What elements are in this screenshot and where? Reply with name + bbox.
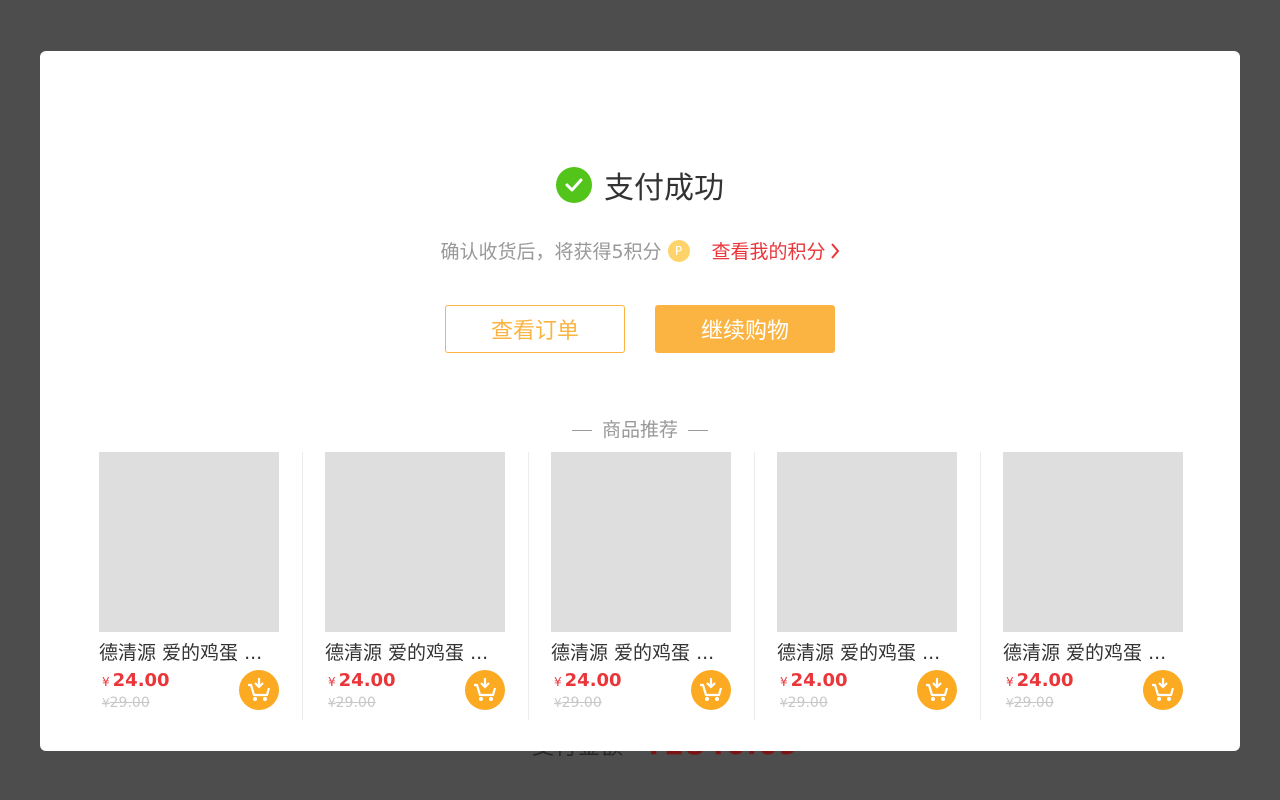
original-price-value: 29.00 — [109, 695, 150, 711]
add-to-cart-button[interactable] — [691, 670, 731, 710]
product-original-price: ¥29.00 — [102, 695, 150, 711]
card-divider — [980, 452, 981, 720]
original-price-value: 29.00 — [787, 695, 828, 711]
add-to-cart-button[interactable] — [465, 670, 505, 710]
page-title: 支付成功 — [604, 171, 724, 206]
price-value: 24.00 — [1016, 670, 1074, 691]
price-value: 24.00 — [564, 670, 622, 691]
currency-symbol: ¥ — [554, 675, 562, 689]
view-points-label: 查看我的积分 — [711, 241, 826, 263]
product-original-price: ¥29.00 — [554, 695, 602, 711]
product-image[interactable] — [325, 452, 505, 632]
cart-add-icon — [474, 678, 497, 701]
product-price: ¥24.00 — [1006, 670, 1074, 691]
product-image[interactable] — [551, 452, 731, 632]
chevron-right-icon — [830, 242, 839, 259]
original-price-value: 29.00 — [335, 695, 376, 711]
action-buttons: 查看订单 继续购物 — [40, 305, 1240, 353]
title-row: 支付成功 — [40, 163, 1240, 207]
cart-add-icon — [1152, 678, 1175, 701]
recommend-title-text: 商品推荐 — [601, 419, 678, 441]
product-original-price: ¥29.00 — [1006, 695, 1054, 711]
product-name[interactable]: 德清源 爱的鸡蛋 ... — [551, 638, 731, 665]
currency-symbol: ¥ — [328, 675, 336, 689]
product-price: ¥24.00 — [554, 670, 622, 691]
title-dash-left — [571, 430, 592, 431]
product-name[interactable]: 德清源 爱的鸡蛋 ... — [325, 638, 505, 665]
product-card[interactable]: 德清源 爱的鸡蛋 ... ¥24.00 ¥29.00 — [325, 452, 505, 720]
product-price: ¥24.00 — [328, 670, 396, 691]
product-card[interactable]: 德清源 爱的鸡蛋 ... ¥24.00 ¥29.00 — [1003, 452, 1183, 720]
product-price: ¥24.00 — [102, 670, 170, 691]
recommend-section-title: 商品推荐 — [40, 415, 1240, 442]
card-divider — [528, 452, 529, 720]
coin-icon: P — [667, 239, 690, 262]
cart-add-icon — [926, 678, 949, 701]
currency-symbol: ¥ — [102, 675, 110, 689]
payment-success-dialog: 支付成功 确认收货后，将获得5积分 P 查看我的积分 查看订单 继续购物 商品推… — [40, 51, 1240, 751]
view-order-button[interactable]: 查看订单 — [445, 305, 625, 353]
add-to-cart-button[interactable] — [1143, 670, 1183, 710]
product-card[interactable]: 德清源 爱的鸡蛋 ... ¥24.00 ¥29.00 — [777, 452, 957, 720]
currency-symbol: ¥ — [1006, 696, 1014, 710]
product-price: ¥24.00 — [780, 670, 848, 691]
product-image[interactable] — [99, 452, 279, 632]
product-original-price: ¥29.00 — [328, 695, 376, 711]
price-value: 24.00 — [790, 670, 848, 691]
product-card[interactable]: 德清源 爱的鸡蛋 ... ¥24.00 ¥29.00 — [99, 452, 279, 720]
currency-symbol: ¥ — [554, 696, 562, 710]
continue-shopping-button[interactable]: 继续购物 — [655, 305, 835, 353]
product-name[interactable]: 德清源 爱的鸡蛋 ... — [1003, 638, 1183, 665]
currency-symbol: ¥ — [780, 696, 788, 710]
currency-symbol: ¥ — [102, 696, 110, 710]
price-value: 24.00 — [338, 670, 396, 691]
original-price-value: 29.00 — [561, 695, 602, 711]
product-card[interactable]: 德清源 爱的鸡蛋 ... ¥24.00 ¥29.00 — [551, 452, 731, 720]
product-list: 德清源 爱的鸡蛋 ... ¥24.00 ¥29.00 德清源 爱的鸡蛋 ... … — [99, 452, 1183, 720]
points-note-row: 确认收货后，将获得5积分 P 查看我的积分 — [40, 237, 1240, 264]
product-name[interactable]: 德清源 爱的鸡蛋 ... — [777, 638, 957, 665]
product-name[interactable]: 德清源 爱的鸡蛋 ... — [99, 638, 279, 665]
points-note: 确认收货后，将获得5积分 — [440, 241, 662, 263]
card-divider — [302, 452, 303, 720]
cart-add-icon — [248, 678, 271, 701]
view-points-link[interactable]: 查看我的积分 — [712, 237, 840, 264]
title-dash-right — [688, 430, 708, 431]
currency-symbol: ¥ — [328, 696, 336, 710]
add-to-cart-button[interactable] — [917, 670, 957, 710]
currency-symbol: ¥ — [1006, 675, 1014, 689]
add-to-cart-button[interactable] — [239, 670, 279, 710]
price-value: 24.00 — [112, 670, 170, 691]
original-price-value: 29.00 — [1013, 695, 1054, 711]
card-divider — [754, 452, 755, 720]
product-image[interactable] — [777, 452, 957, 632]
currency-symbol: ¥ — [780, 675, 788, 689]
product-image[interactable] — [1003, 452, 1183, 632]
cart-add-icon — [700, 678, 723, 701]
product-original-price: ¥29.00 — [780, 695, 828, 711]
check-circle-icon — [556, 167, 592, 203]
